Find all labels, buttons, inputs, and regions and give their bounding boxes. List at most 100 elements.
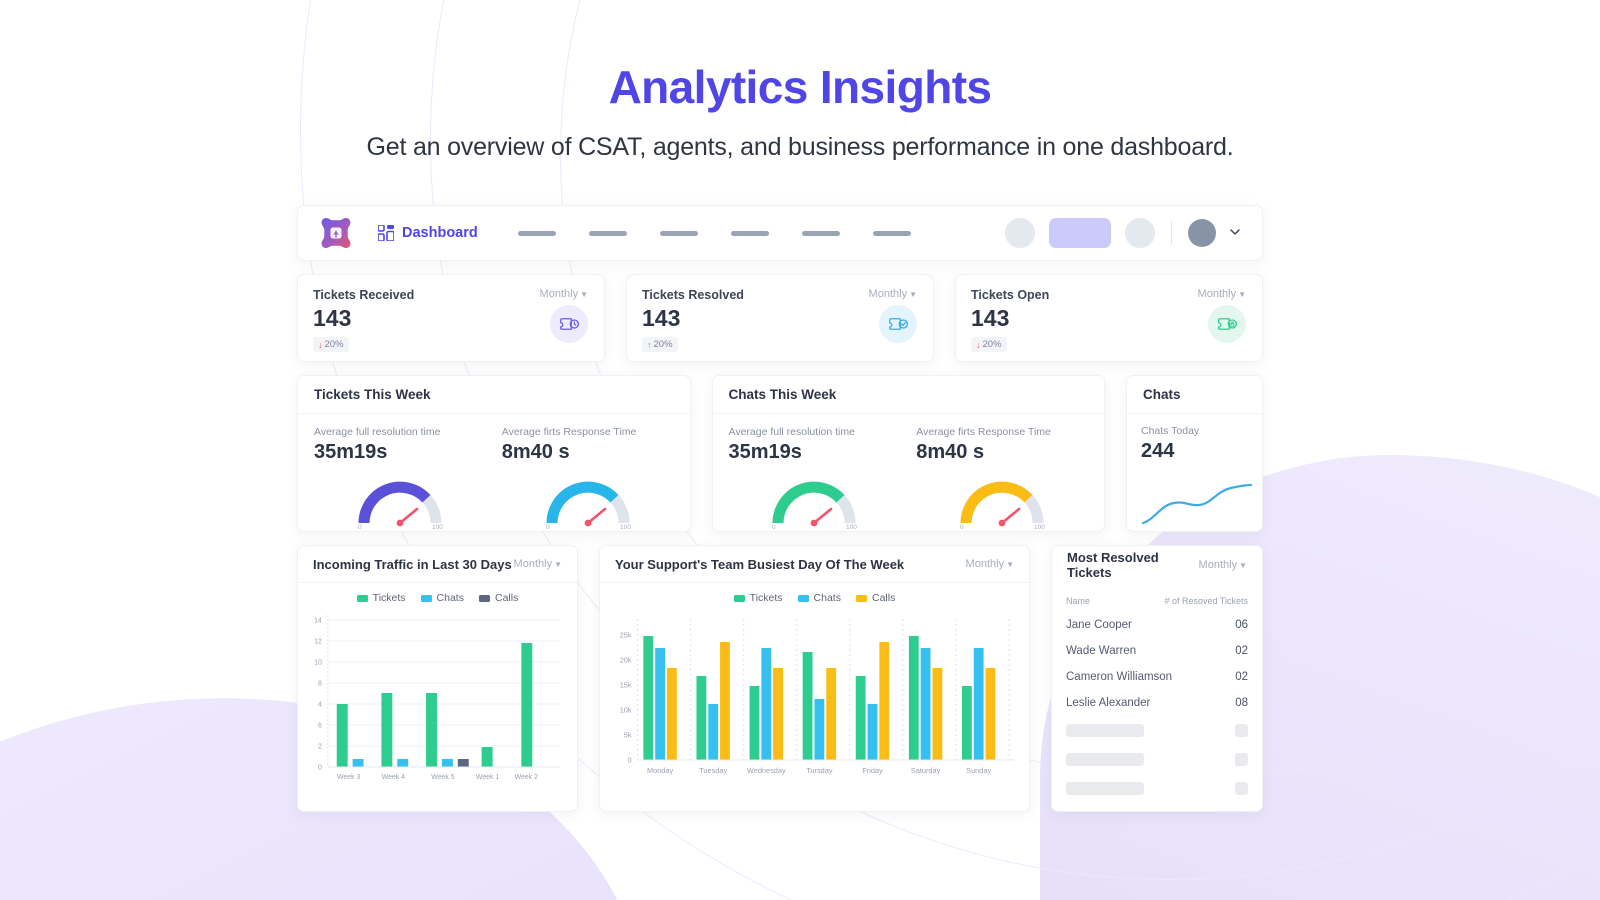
nav-placeholder-4[interactable] xyxy=(730,230,769,236)
period-dropdown[interactable]: Monthly ▼ xyxy=(869,288,917,300)
table-row[interactable]: Wade Warren 02 xyxy=(1066,638,1248,664)
most-resolved-table: Name # of Resoved Tickets Jane Cooper 06… xyxy=(1052,583,1262,803)
svg-text:0: 0 xyxy=(546,524,550,531)
period-dropdown[interactable]: Monthly ▼ xyxy=(1199,559,1247,571)
nav-placeholder-1[interactable] xyxy=(517,230,556,236)
skeleton-name xyxy=(1066,782,1144,795)
legend-item-calls[interactable]: Calls xyxy=(855,592,895,604)
metric-label: Average full resolution time xyxy=(314,426,441,438)
svg-text:0: 0 xyxy=(627,755,631,764)
agent-name: Jane Cooper xyxy=(1066,619,1132,631)
gauge-chart: 0 100 xyxy=(502,473,674,531)
navbar-icon-button-2[interactable] xyxy=(1125,218,1155,248)
metric-avg-first-response-time: Average firts Response Time 8m40 s 0 100 xyxy=(908,426,1096,531)
nav-placeholder-3[interactable] xyxy=(659,230,698,236)
svg-text:100: 100 xyxy=(846,524,857,531)
sparkline-chart xyxy=(1141,479,1253,530)
nav-placeholder-2[interactable] xyxy=(588,230,627,236)
metric-avg-full-resolution-time: Average full resolution time 35m19s 0 10… xyxy=(721,426,909,531)
svg-text:5k: 5k xyxy=(624,730,632,739)
metric-avg-first-response-time: Average firts Response Time 8m40 s 0 100 xyxy=(494,426,682,531)
legend-swatch xyxy=(797,594,809,602)
skeleton-count xyxy=(1235,782,1248,795)
nav-placeholder-5[interactable] xyxy=(801,230,840,236)
chevron-down-icon[interactable] xyxy=(1230,224,1240,242)
period-dropdown[interactable]: Monthly ▼ xyxy=(1198,288,1246,300)
avatar[interactable] xyxy=(1188,219,1216,247)
arrow-down-icon: ↓ xyxy=(976,339,981,350)
svg-text:12: 12 xyxy=(314,638,322,645)
app-navbar: Dashboard xyxy=(297,205,1263,261)
table-header-row: Name # of Resoved Tickets xyxy=(1066,583,1248,612)
kpi-delta-value: 20% xyxy=(653,339,673,350)
kpi-title: Tickets Received xyxy=(313,288,415,302)
svg-text:8: 8 xyxy=(318,680,322,687)
svg-text:0: 0 xyxy=(772,524,776,531)
skeleton-name xyxy=(1066,724,1144,737)
kpi-delta-value: 20% xyxy=(324,339,344,350)
svg-text:4: 4 xyxy=(318,701,322,708)
kpi-delta-value: 20% xyxy=(982,339,1002,350)
skeleton-name xyxy=(1066,753,1144,766)
metric-value: 8m40 s xyxy=(916,441,985,463)
panel-title: Tickets This Week xyxy=(314,387,431,402)
svg-text:Week 2: Week 2 xyxy=(515,774,539,781)
panel-title: Chats This Week xyxy=(728,387,837,402)
svg-text:100: 100 xyxy=(620,524,631,531)
legend-item-calls[interactable]: Calls xyxy=(478,592,518,604)
navbar-icon-button-1[interactable] xyxy=(1005,218,1035,248)
navbar-primary-button[interactable] xyxy=(1049,218,1111,248)
svg-text:10: 10 xyxy=(314,659,322,666)
legend-item-tickets[interactable]: Tickets xyxy=(733,592,783,604)
table-row-skeleton xyxy=(1066,745,1248,774)
chart-card-busiest-day: Your Support's Team Busiest Day Of The W… xyxy=(599,545,1030,812)
svg-text:Week 1: Week 1 xyxy=(476,774,500,781)
legend-item-chats[interactable]: Chats xyxy=(420,592,464,604)
resolved-count: 02 xyxy=(1235,645,1248,657)
svg-text:0: 0 xyxy=(318,764,322,771)
metric-label: Average firts Response Time xyxy=(916,426,1051,438)
svg-text:15k: 15k xyxy=(620,680,632,689)
arrow-down-icon: ↓ xyxy=(318,339,323,350)
panel-most-resolved-tickets: Most Resolved Tickets Monthly ▼ Name # of… xyxy=(1051,545,1263,812)
app-logo-icon[interactable] xyxy=(318,215,354,251)
ticket-check-icon xyxy=(879,305,917,343)
arrow-up-icon: ↑ xyxy=(647,339,652,350)
svg-text:Week 5: Week 5 xyxy=(431,774,455,781)
svg-text:14: 14 xyxy=(314,617,322,624)
panel-chats: Chats Chats Today 244 xyxy=(1126,375,1263,532)
panel-title: Chats xyxy=(1143,387,1181,402)
legend-item-chats[interactable]: Chats xyxy=(797,592,841,604)
page-title: Analytics Insights xyxy=(608,61,992,113)
gauge-chart: 0 100 xyxy=(314,473,486,531)
resolved-count: 02 xyxy=(1235,671,1248,683)
svg-text:Week 3: Week 3 xyxy=(337,774,361,781)
table-row[interactable]: Cameron Williamson 02 xyxy=(1066,664,1248,690)
kpi-delta-badge: ↑ 20% xyxy=(642,337,678,352)
dashboard-mockup: Dashboard Tickets Received Monthly ▼ 143… xyxy=(297,205,1263,838)
table-row[interactable]: Jane Cooper 06 xyxy=(1066,612,1248,638)
nav-placeholder-6[interactable] xyxy=(872,230,911,236)
svg-text:0: 0 xyxy=(960,524,964,531)
period-dropdown[interactable]: Monthly ▼ xyxy=(514,558,562,570)
kpi-value: 143 xyxy=(971,305,1010,331)
period-dropdown[interactable]: Monthly ▼ xyxy=(540,288,588,300)
period-dropdown[interactable]: Monthly ▼ xyxy=(966,558,1014,570)
table-row[interactable]: Leslie Alexander 08 xyxy=(1066,690,1248,716)
legend-swatch xyxy=(420,594,432,602)
svg-text:Week 4: Week 4 xyxy=(382,774,406,781)
gauge-chart: 0 100 xyxy=(916,473,1088,531)
svg-text:2: 2 xyxy=(318,743,322,750)
svg-text:20k: 20k xyxy=(620,655,632,664)
metric-label: Average firts Response Time xyxy=(501,426,637,438)
metrics-row: Tickets This Week Average full resolutio… xyxy=(297,375,1263,532)
kpi-title: Tickets Resolved xyxy=(642,288,744,302)
legend-swatch xyxy=(733,594,745,602)
ticket-clock-icon xyxy=(550,305,588,343)
nav-item-dashboard[interactable]: Dashboard xyxy=(378,225,478,241)
navbar-actions xyxy=(1005,218,1240,248)
grid-icon xyxy=(378,225,394,241)
metric-value: 35m19s xyxy=(728,441,802,463)
legend-item-tickets[interactable]: Tickets xyxy=(356,592,406,604)
metric-value: 35m19s xyxy=(314,441,388,463)
